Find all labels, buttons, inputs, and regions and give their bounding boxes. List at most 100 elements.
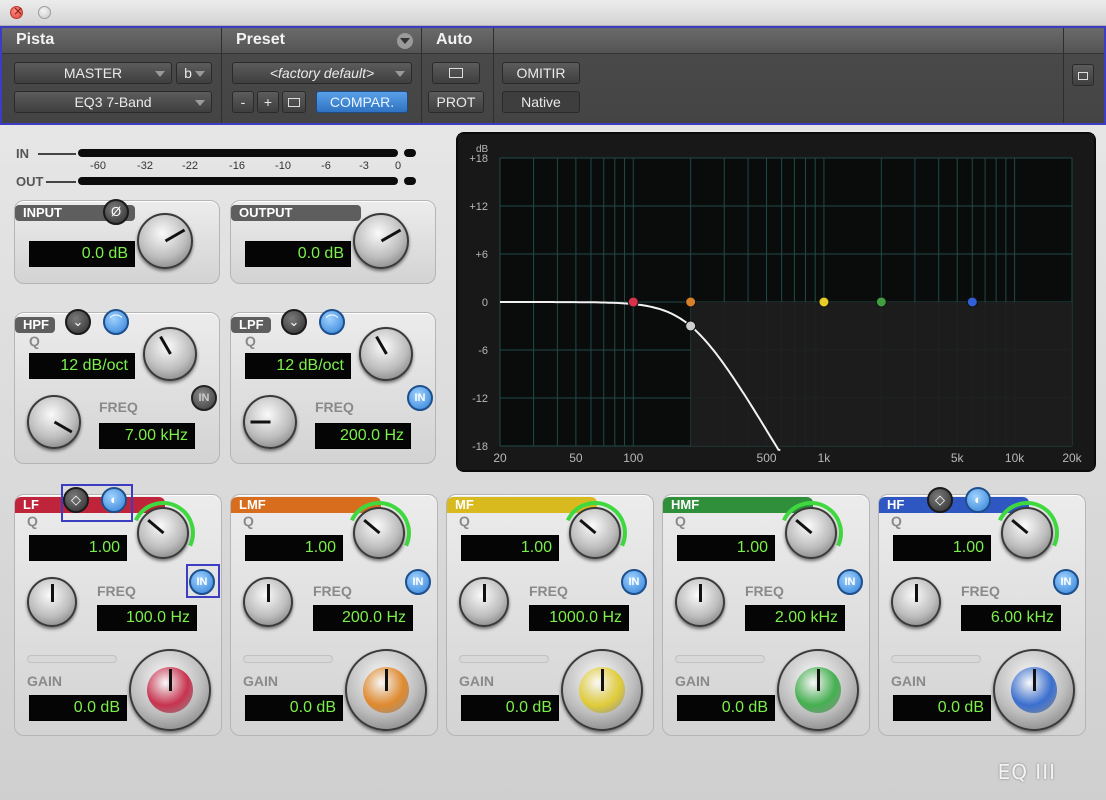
input-gain-knob[interactable] <box>137 213 193 269</box>
lmf-gain-display[interactable]: 0.0 dB <box>245 695 343 721</box>
mf-freq-label: FREQ <box>529 583 568 599</box>
lpf-slope-knob[interactable] <box>359 327 413 381</box>
eq-band-node[interactable] <box>685 296 697 308</box>
input-clip-indicator[interactable] <box>404 149 416 157</box>
hpf-notch-button[interactable]: ⌄ <box>65 309 91 335</box>
output-gain-knob[interactable] <box>353 213 409 269</box>
copy-settings-button[interactable] <box>282 91 306 113</box>
eq-band-node[interactable] <box>966 296 978 308</box>
hmf-q-display[interactable]: 1.00 <box>677 535 775 561</box>
lmf-q-display[interactable]: 1.00 <box>245 535 343 561</box>
graph-x-tick-label: 20k <box>1062 451 1082 465</box>
hpf-slope-knob[interactable] <box>143 327 197 381</box>
lpf-label: LPF <box>231 317 271 333</box>
hf-gain-knob[interactable] <box>993 649 1075 731</box>
lpf-in-button[interactable]: IN <box>407 385 433 411</box>
eq-band-node[interactable] <box>875 296 887 308</box>
lpf-slope-button[interactable]: ⌒ <box>319 309 345 335</box>
hmf-freq-knob[interactable] <box>675 577 725 627</box>
hf-q-knob[interactable] <box>1001 507 1053 559</box>
hf-peak-button[interactable]: ◐ <box>965 487 991 513</box>
lpf-freq-display[interactable]: 200.0 Hz <box>315 423 411 449</box>
hpf-slope-button[interactable]: ⌒ <box>103 309 129 335</box>
hf-freq-knob[interactable] <box>891 577 941 627</box>
lmf-gain-knob[interactable] <box>345 649 427 731</box>
hpf-q-label: Q <box>29 333 40 349</box>
lf-gain-knob[interactable] <box>129 649 211 731</box>
lpf-slope-display[interactable]: 12 dB/oct <box>245 353 351 379</box>
hpf-freq-display[interactable]: 7.00 kHz <box>99 423 195 449</box>
eq-curve-display[interactable]: +18 +12 +6 0 -6 -12 -18 dB 20 50 100 500 1k 5k 10k 20k <box>456 132 1096 472</box>
hpf-freq-label: FREQ <box>99 399 138 415</box>
lf-freq-knob[interactable] <box>27 577 77 627</box>
output-gain-display[interactable]: 0.0 dB <box>245 241 351 267</box>
close-window-button[interactable] <box>10 4 23 19</box>
hf-gain-display[interactable]: 0.0 dB <box>893 695 991 721</box>
hmf-in-button[interactable]: IN <box>837 569 863 595</box>
lpf-notch-button[interactable]: ⌄ <box>281 309 307 335</box>
lmf-gain-label: GAIN <box>243 673 278 689</box>
prot-button[interactable]: PROT <box>428 91 484 113</box>
track-selector[interactable]: MASTER <box>14 62 172 84</box>
output-clip-indicator[interactable] <box>404 177 416 185</box>
lmf-freq-knob[interactable] <box>243 577 293 627</box>
mf-q-display[interactable]: 1.00 <box>461 535 559 561</box>
lf-q-knob[interactable] <box>137 507 189 559</box>
meter-tick-label: -16 <box>229 160 245 172</box>
hmf-q-knob[interactable] <box>785 507 837 559</box>
mf-gain-display[interactable]: 0.0 dB <box>461 695 559 721</box>
meter-tick-label: -22 <box>182 160 198 172</box>
hf-gain-label: GAIN <box>891 673 926 689</box>
hf-q-display[interactable]: 1.00 <box>893 535 991 561</box>
hmf-freq-display[interactable]: 2.00 kHz <box>745 605 845 631</box>
plugin-selector[interactable]: EQ3 7-Band <box>14 91 212 113</box>
preset-menu-icon[interactable] <box>397 33 413 49</box>
lmf-in-button[interactable]: IN <box>405 569 431 595</box>
eq-band-node[interactable] <box>818 296 830 308</box>
lpf-freq-label: FREQ <box>315 399 354 415</box>
minimize-window-button[interactable] <box>38 6 51 19</box>
preset-selector[interactable]: <factory default> <box>232 62 412 84</box>
settings-menu-button[interactable] <box>1072 64 1094 86</box>
output-label: OUTPUT <box>231 205 361 221</box>
hf-freq-display[interactable]: 6.00 kHz <box>961 605 1061 631</box>
input-gain-display[interactable]: 0.0 dB <box>29 241 135 267</box>
lmf-freq-display[interactable]: 200.0 Hz <box>313 605 413 631</box>
hpf-slope-display[interactable]: 12 dB/oct <box>29 353 135 379</box>
automation-button[interactable] <box>432 62 480 84</box>
bypass-section: OMITIR Native <box>494 28 1064 123</box>
track-variant-selector[interactable]: b <box>176 62 212 84</box>
previous-preset-button[interactable]: - <box>232 91 254 113</box>
lf-freq-display[interactable]: 100.0 Hz <box>97 605 197 631</box>
hmf-band-panel: HMF Q 1.00 IN FREQ 2.00 kHz GAIN 0.0 dB <box>662 491 870 736</box>
mf-q-knob[interactable] <box>569 507 621 559</box>
eq-band-node[interactable] <box>685 320 697 332</box>
output-meter <box>78 177 398 185</box>
output-panel: OUTPUT 0.0 dB <box>230 200 436 284</box>
hf-in-button[interactable]: IN <box>1053 569 1079 595</box>
mf-in-button[interactable]: IN <box>621 569 647 595</box>
hmf-gain-knob[interactable] <box>777 649 859 731</box>
mf-freq-knob[interactable] <box>459 577 509 627</box>
next-preset-button[interactable]: + <box>257 91 279 113</box>
settings-icon <box>1078 72 1088 80</box>
mf-freq-display[interactable]: 1000.0 Hz <box>529 605 629 631</box>
mf-gain-knob[interactable] <box>561 649 643 731</box>
lmf-q-knob[interactable] <box>353 507 405 559</box>
bypass-button[interactable]: OMITIR <box>502 62 580 84</box>
eq-band-node[interactable] <box>627 296 639 308</box>
lmf-band-panel: LMF Q 1.00 IN FREQ 200.0 Hz GAIN 0.0 dB <box>230 491 438 736</box>
track-label: Pista <box>16 31 55 48</box>
hpf-freq-knob[interactable] <box>27 395 81 449</box>
lf-gain-display[interactable]: 0.0 dB <box>29 695 127 721</box>
compare-button[interactable]: COMPAR. <box>316 91 408 113</box>
notch-filter-icon: ⌄ <box>72 314 84 329</box>
hmf-gain-display[interactable]: 0.0 dB <box>677 695 775 721</box>
phase-invert-button[interactable]: Ø <box>103 199 129 225</box>
lmf-freq-label: FREQ <box>313 583 352 599</box>
hpf-in-button[interactable]: IN <box>191 385 217 411</box>
meter-tick-label: 0 <box>394 160 402 172</box>
lpf-freq-knob[interactable] <box>243 395 297 449</box>
hf-shelf-button[interactable]: ◇ <box>927 487 953 513</box>
lf-q-display[interactable]: 1.00 <box>29 535 127 561</box>
